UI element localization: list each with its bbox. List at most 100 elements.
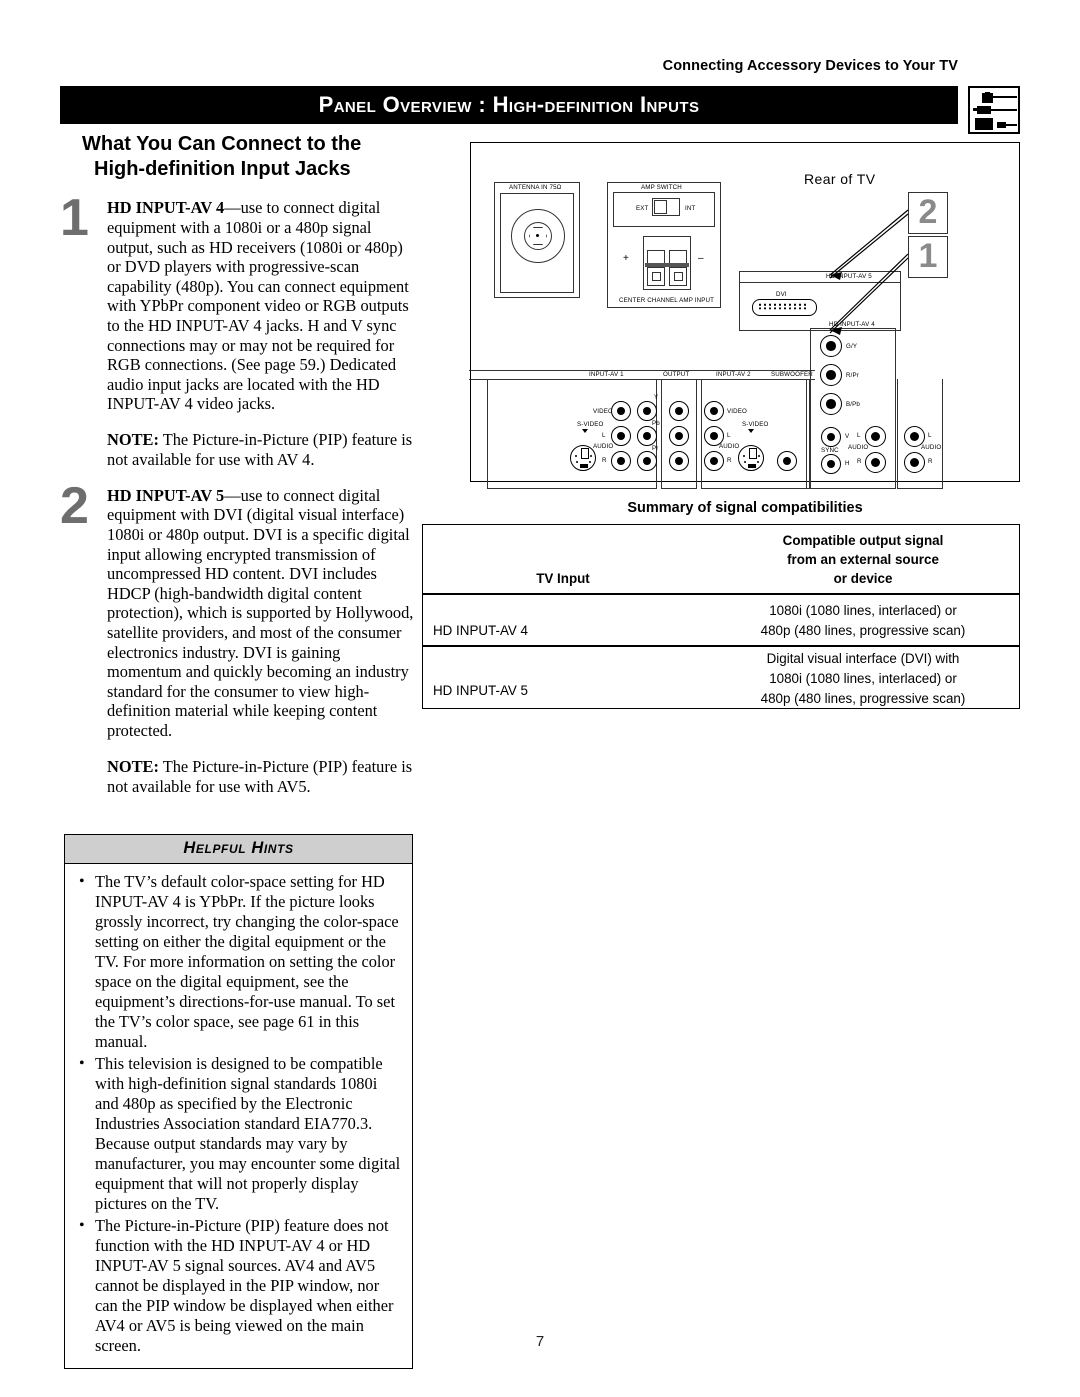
- left-column: What You Can Connect to the High-definit…: [60, 132, 415, 813]
- rear-audio-left-label: L: [928, 432, 932, 439]
- center-channel-label: CENTER CHANNEL AMP INPUT: [619, 297, 715, 304]
- section-heading: What You Can Connect to the High-definit…: [82, 132, 415, 182]
- rear-of-tv-label: Rear of TV: [804, 171, 876, 187]
- hd-av4-audio-right-jack[interactable]: [865, 452, 886, 473]
- dvi-label: DVI: [776, 291, 787, 298]
- row1-signal-line2: 480p (480 lines, progressive scan): [760, 623, 966, 638]
- av1-audio-left-jack[interactable]: [611, 426, 631, 446]
- amp-terminal-lever-right[interactable]: [669, 250, 687, 264]
- callout-1: 1: [908, 236, 948, 278]
- hd-av4-v-label: V: [845, 433, 850, 440]
- av1-y-label: Y: [654, 394, 659, 401]
- hd-av4-sync-label: SYNC: [821, 447, 839, 454]
- output-audio-right-jack[interactable]: [669, 451, 689, 471]
- bullet-icon: •: [79, 1217, 85, 1234]
- av1-pr-jack[interactable]: [637, 451, 657, 471]
- input-av1-block: [487, 379, 657, 489]
- item-text: —use to connect digital equipment with a…: [107, 198, 409, 414]
- av1-pr-label: Pr: [652, 445, 659, 452]
- amp-minus-label: –: [698, 253, 704, 264]
- av1-audio-right-jack[interactable]: [611, 451, 631, 471]
- row2-signal-line1: Digital visual interface (DVI) with: [766, 651, 960, 666]
- note-label: NOTE:: [107, 757, 159, 776]
- hd-av4-audio-label: AUDIO: [848, 444, 869, 451]
- av2-audio-right-jack[interactable]: [704, 451, 724, 471]
- item-body: HD INPUT-AV 4—use to connect digital equ…: [107, 198, 415, 414]
- antenna-center-pin: [535, 233, 539, 237]
- callout-2: 2: [908, 192, 948, 234]
- item-lead-label: HD INPUT-AV 5: [107, 485, 225, 505]
- page-title-bar: Panel Overview : High-definition Inputs: [60, 86, 958, 124]
- row1-input: HD INPUT-AV 4: [433, 623, 528, 638]
- amp-switch-knob[interactable]: [654, 200, 667, 214]
- numbered-item: 1 HD INPUT-AV 4—use to connect digital e…: [60, 192, 415, 469]
- table-title: Summary of signal compatibilities: [627, 500, 863, 516]
- av2-audio-label: AUDIO: [719, 443, 740, 450]
- av2-video-jack[interactable]: [704, 401, 724, 421]
- helpful-hints-list: • The TV’s default color-space setting f…: [65, 864, 412, 1368]
- av2-svideo-jack[interactable]: [738, 445, 764, 471]
- hd-av4-label: HD INPUT-AV 4: [829, 321, 875, 328]
- rear-audio-right-jack[interactable]: [904, 452, 925, 473]
- row2-input: HD INPUT-AV 5: [433, 683, 528, 698]
- item-note: NOTE: The Picture-in-Picture (PIP) featu…: [107, 757, 415, 796]
- numbered-item: 2 HD INPUT-AV 5—use to connect digital e…: [60, 480, 415, 796]
- amp-terminal-hole-left: [652, 272, 661, 281]
- hd-av4-bpb-jack[interactable]: [820, 393, 842, 415]
- output-video-jack[interactable]: [669, 401, 689, 421]
- hd-av4-rpr-jack[interactable]: [820, 364, 842, 386]
- amp-terminal-lever-left[interactable]: [647, 250, 665, 264]
- subwoofer-jack[interactable]: [777, 451, 797, 471]
- av1-pb-jack[interactable]: [637, 426, 657, 446]
- hd-av4-rpr-label: R/Pr: [846, 372, 859, 379]
- hd-av4-bpb-label: B/Pb: [846, 401, 861, 408]
- hd-av5-label: HD INPUT-AV 5: [826, 273, 872, 280]
- list-item: • This television is designed to be comp…: [74, 1054, 403, 1214]
- av1-left-label: L: [602, 432, 606, 439]
- item-body: HD INPUT-AV 5—use to connect digital equ…: [107, 486, 415, 741]
- item-text: —use to connect digital equipment with D…: [107, 485, 414, 741]
- helpful-hints-title: Helpful Hints: [65, 835, 412, 864]
- hd-av4-h-label: H: [845, 460, 850, 467]
- av2-video-label: VIDEO: [727, 408, 748, 415]
- av1-video-jack[interactable]: [611, 401, 631, 421]
- item-note: NOTE: The Picture-in-Picture (PIP) featu…: [107, 430, 415, 469]
- list-item: • The TV’s default color-space setting f…: [74, 872, 403, 1052]
- running-head: Connecting Accessory Devices to Your TV: [662, 58, 958, 74]
- hd-av4-gy-label: G/Y: [846, 343, 858, 350]
- row2-signal-line3: 480p (480 lines, progressive scan): [760, 691, 966, 706]
- hd-av4-audio-left-label: L: [857, 432, 861, 439]
- av1-svideo-arrow-icon: [582, 429, 588, 433]
- note-label: NOTE:: [107, 430, 159, 450]
- av-cable-connectors-icon: [968, 86, 1020, 134]
- av1-video-label: VIDEO: [593, 408, 614, 415]
- amp-int-label: INT: [685, 205, 696, 212]
- av1-svideo-label: S-VIDEO: [577, 421, 604, 428]
- hd-av4-v-sync-jack[interactable]: [821, 427, 841, 447]
- input-av1-label: INPUT-AV 1: [589, 371, 624, 378]
- subwoofer-label: SUBWOOFER: [771, 371, 813, 378]
- col1-header: TV Input: [536, 571, 590, 586]
- av1-audio-label: AUDIO: [593, 443, 614, 450]
- av2-right-label: R: [727, 457, 732, 464]
- hd-av4-h-sync-jack[interactable]: [821, 454, 841, 474]
- hd-av4-audio-right-label: R: [857, 458, 862, 465]
- document-page: Connecting Accessory Devices to Your TV …: [0, 0, 1080, 1397]
- hd-av5-divider: [739, 282, 901, 283]
- item-number: 2: [60, 476, 89, 535]
- av1-y-jack[interactable]: [637, 401, 657, 421]
- col2-header-line2: from an external source: [787, 552, 939, 567]
- hint-text: This television is designed to be compat…: [95, 1054, 401, 1213]
- output-audio-left-jack[interactable]: [669, 426, 689, 446]
- section-heading-line2: High-definition Input Jacks: [94, 158, 351, 180]
- antenna-label: ANTENNA IN 75Ω: [509, 184, 562, 191]
- row1-signal-line1: 1080i (1080 lines, interlaced) or: [769, 603, 957, 618]
- rear-audio-right-label: R: [928, 458, 933, 465]
- page-title: Panel Overview : High-definition Inputs: [318, 92, 700, 117]
- amp-terminal-hole-right: [674, 272, 683, 281]
- amp-plus-label: +: [623, 253, 629, 264]
- item-number: 1: [60, 189, 89, 248]
- hd-av4-gy-jack[interactable]: [820, 335, 842, 357]
- item-lead-label: HD INPUT-AV 4: [107, 198, 225, 218]
- dvi-pins: [758, 303, 810, 310]
